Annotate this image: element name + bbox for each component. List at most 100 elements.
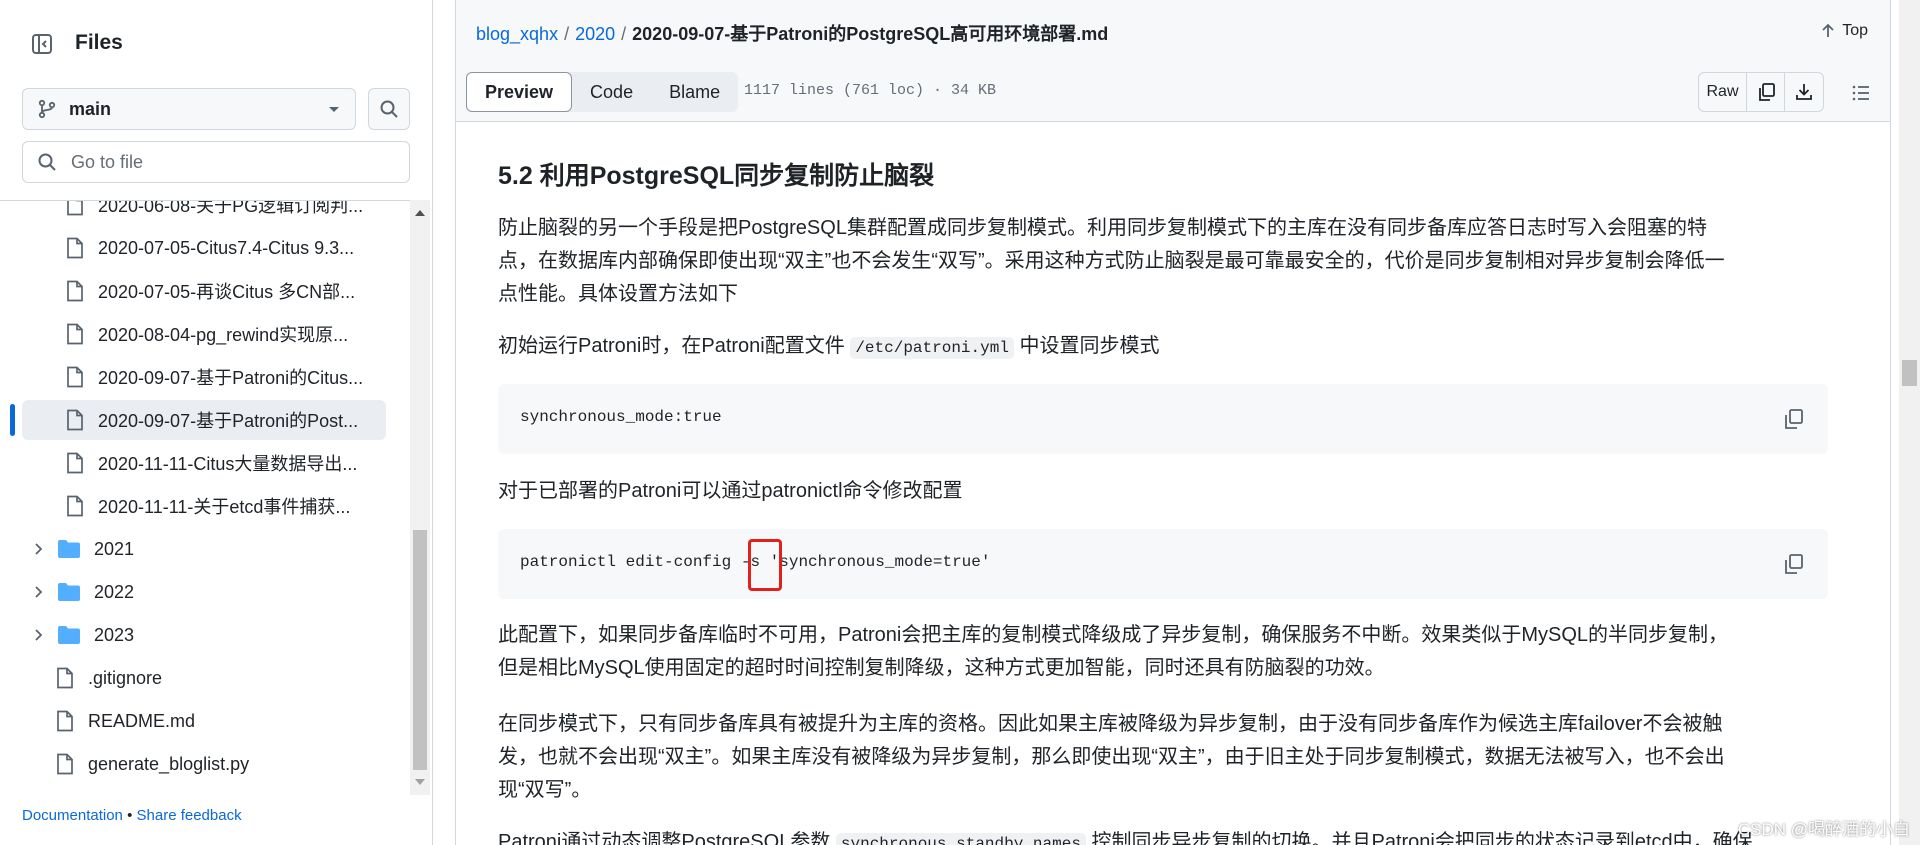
inline-code-param: synchronous_standby_names bbox=[835, 833, 1086, 845]
page-scrollbar[interactable] bbox=[1899, 0, 1920, 845]
paragraph-sync-mode: 在同步模式下，只有同步备库具有被提升为主库的资格。因此如果主库被降级为异步复制，… bbox=[498, 708, 1828, 807]
documentation-link[interactable]: Documentation bbox=[22, 807, 123, 824]
tree-item-file[interactable]: 2020-09-07-基于Patroni的Citus... bbox=[22, 357, 386, 397]
file-tree-panel: Files main Go to file 2020-06-08-关于PG逻辑订… bbox=[0, 0, 433, 845]
section-heading: 5.2 利用PostgreSQL同步复制防止脑裂 bbox=[498, 162, 935, 190]
highlight-annotation bbox=[748, 539, 782, 591]
tree-item-file[interactable]: generate_bloglist.py bbox=[22, 744, 386, 784]
tree-item-file[interactable]: 2020-06-08-关于PG逻辑订阅判... bbox=[22, 200, 386, 225]
caret-down-icon bbox=[329, 107, 339, 112]
tree-item-label: 2022 bbox=[94, 581, 135, 602]
breadcrumb-folder-link[interactable]: 2020 bbox=[575, 24, 615, 44]
copy-code-button[interactable] bbox=[1778, 404, 1808, 434]
file-actions: Raw bbox=[1698, 72, 1824, 112]
tree-item-file[interactable]: README.md bbox=[22, 701, 386, 741]
file-tree-scroll-thumb[interactable] bbox=[413, 530, 427, 770]
scroll-up-arrow[interactable] bbox=[415, 210, 425, 216]
tree-item-file[interactable]: 2020-09-07-基于Patroni的Post... bbox=[22, 400, 386, 440]
footer-bullet: • bbox=[127, 807, 133, 824]
markdown-body: 5.2 利用PostgreSQL同步复制防止脑裂 防止脑裂的另一个手段是把Pos… bbox=[455, 122, 1891, 845]
tree-item-label: 2023 bbox=[94, 624, 135, 645]
download-icon bbox=[1796, 84, 1812, 100]
tree-item-label: 2020-07-05-再谈Citus 多CN部... bbox=[98, 282, 356, 302]
file-tree: 2020-06-08-关于PG逻辑订阅判... 2020-07-05-Citus7… bbox=[0, 200, 410, 795]
paragraph-text: Patroni通过动态调整PostgreSQL参数 bbox=[498, 831, 831, 845]
file-view: blog_xqhx/2020/2020-09-07-基于Patroni的Post… bbox=[433, 0, 1920, 845]
tree-item-file[interactable]: 2020-07-05-Citus7.4-Citus 9.3... bbox=[22, 228, 386, 268]
file-icon bbox=[67, 237, 83, 259]
file-tree-title: Files bbox=[75, 31, 123, 54]
breadcrumb: blog_xqhx/2020/2020-09-07-基于Patroni的Post… bbox=[476, 20, 1108, 46]
tree-item-file[interactable]: 2020-11-11-Citus大量数据导出... bbox=[22, 443, 386, 483]
tree-item-label: generate_bloglist.py bbox=[88, 753, 250, 774]
branch-selector[interactable]: main bbox=[22, 88, 356, 130]
go-to-file-input[interactable] bbox=[69, 150, 389, 174]
tree-item-file[interactable]: .gitignore bbox=[22, 658, 386, 698]
paragraph-degrade: 此配置下，如果同步备库临时不可用，Patroni会把主库的复制模式降级成了异步复… bbox=[498, 619, 1828, 685]
back-to-top-label: Top bbox=[1842, 22, 1868, 39]
tree-item-label: 2020-07-05-Citus7.4-Citus 9.3... bbox=[98, 237, 355, 258]
inline-code-path: /etc/patroni.yml bbox=[850, 337, 1014, 359]
paragraph-standby-names: Patroni通过动态调整PostgreSQL参数 synchronous_st… bbox=[498, 826, 1828, 845]
scroll-down-arrow[interactable] bbox=[415, 779, 425, 785]
copy-icon bbox=[1785, 409, 1803, 429]
file-icon bbox=[57, 710, 73, 732]
view-mode-tabs: Preview Code Blame bbox=[466, 72, 739, 112]
tree-item-file[interactable]: 2020-08-04-pg_rewind实现原... bbox=[22, 314, 386, 354]
copy-icon bbox=[1758, 83, 1775, 101]
tab-blame[interactable]: Blame bbox=[651, 72, 738, 112]
file-header: blog_xqhx/2020/2020-09-07-基于Patroni的Post… bbox=[455, 0, 1891, 122]
breadcrumb-separator: / bbox=[564, 24, 570, 44]
file-icon bbox=[67, 452, 83, 474]
paragraph-patronictl: 对于已部署的Patroni可以通过patronictl命令修改配置 bbox=[498, 480, 963, 502]
chevron-right-icon bbox=[35, 629, 43, 641]
file-icon bbox=[67, 201, 83, 216]
file-icon bbox=[67, 409, 83, 431]
go-to-file-field[interactable] bbox=[22, 141, 410, 183]
paragraph-line: 此配置下，如果同步备库临时不可用，Patroni会把主库的复制模式降级成了异步复… bbox=[498, 624, 1729, 646]
sidebar-footer: Documentation • Share feedback bbox=[22, 807, 242, 824]
file-icon bbox=[67, 323, 83, 345]
file-tree-scrollbar[interactable] bbox=[410, 200, 430, 795]
tree-item-file[interactable]: 2020-11-11-关于etcd事件捕获... bbox=[22, 486, 386, 526]
paragraph-text: 中设置同步模式 bbox=[1019, 335, 1160, 357]
sidebar-collapse-icon bbox=[32, 34, 52, 54]
file-icon bbox=[57, 667, 73, 689]
tree-item-file[interactable]: 2020-07-05-再谈Citus 多CN部... bbox=[22, 271, 386, 311]
tree-item-label: 2020-06-08-关于PG逻辑订阅判... bbox=[98, 200, 364, 216]
folder-icon bbox=[58, 583, 80, 601]
branch-name: main bbox=[69, 98, 112, 119]
tree-item-label: 2020-11-11-关于etcd事件捕获... bbox=[98, 497, 351, 517]
search-button[interactable] bbox=[368, 88, 410, 130]
breadcrumb-separator: / bbox=[621, 24, 627, 44]
paragraph-split-brain-intro: 防止脑裂的另一个手段是把PostgreSQL集群配置成同步复制模式。利用同步复制… bbox=[498, 212, 1828, 311]
tree-item-folder[interactable]: 2022 bbox=[22, 572, 386, 612]
copy-code-button[interactable] bbox=[1778, 549, 1808, 579]
breadcrumb-repo-link[interactable]: blog_xqhx bbox=[476, 24, 558, 44]
outline-button[interactable] bbox=[1844, 76, 1878, 110]
download-button[interactable] bbox=[1785, 73, 1823, 111]
file-icon bbox=[67, 280, 83, 302]
chevron-right-icon bbox=[35, 586, 43, 598]
file-stats: 1117 lines (761 loc) · 34 KB bbox=[744, 82, 997, 99]
tree-item-folder[interactable]: 2021 bbox=[22, 529, 386, 569]
folder-icon bbox=[58, 540, 80, 558]
back-to-top-button[interactable]: Top bbox=[1820, 22, 1868, 40]
paragraph-line: 发，也就不会出现“双主”。如果主库没有被降级为异步复制，那么即使出现“双主”，由… bbox=[498, 746, 1725, 768]
tab-preview[interactable]: Preview bbox=[466, 72, 573, 112]
tab-code[interactable]: Code bbox=[572, 72, 651, 112]
chevron-right-icon bbox=[35, 543, 43, 555]
share-feedback-link[interactable]: Share feedback bbox=[137, 807, 242, 824]
file-icon bbox=[67, 495, 83, 517]
collapse-sidebar-button[interactable] bbox=[22, 26, 62, 62]
file-tree-header: Files main bbox=[0, 0, 432, 200]
paragraph-text: 控制同步异步复制的切换。并且Patroni会把同步的状态记录到etcd中，确保 bbox=[1091, 831, 1753, 845]
tree-item-label: README.md bbox=[88, 710, 196, 731]
copy-raw-button[interactable] bbox=[1747, 73, 1785, 111]
search-icon bbox=[38, 153, 56, 171]
tree-item-folder[interactable]: 2023 bbox=[22, 615, 386, 655]
raw-button[interactable]: Raw bbox=[1699, 73, 1747, 111]
file-icon bbox=[67, 366, 83, 388]
tree-item-label: 2020-09-07-基于Patroni的Citus... bbox=[98, 368, 364, 388]
page-scroll-thumb[interactable] bbox=[1902, 360, 1917, 386]
